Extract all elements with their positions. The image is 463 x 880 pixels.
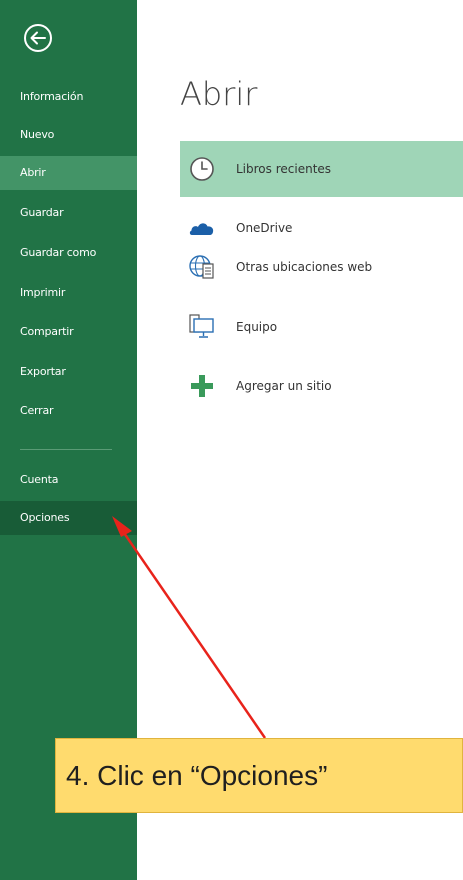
page-title: Abrir	[180, 75, 258, 113]
location-label: Libros recientes	[236, 162, 332, 176]
globe-icon	[189, 255, 214, 279]
location-add-place[interactable]: Agregar un sitio	[180, 358, 463, 414]
computer-icon	[189, 314, 214, 338]
location-recent-workbooks[interactable]: Libros recientes	[180, 141, 463, 197]
instruction-callout: 4. Clic en “Opciones”	[55, 738, 463, 813]
nav-item-compartir[interactable]: Compartir	[0, 315, 137, 349]
sidebar-divider	[20, 449, 112, 450]
nav-item-cerrar[interactable]: Cerrar	[0, 394, 137, 428]
plus-icon	[191, 375, 213, 397]
cloud-icon	[189, 223, 214, 235]
clock-icon	[190, 157, 214, 181]
nav-item-imprimir[interactable]: Imprimir	[0, 276, 137, 310]
location-label: Otras ubicaciones web	[236, 260, 373, 274]
nav-item-informacion[interactable]: Información	[0, 80, 137, 114]
nav-item-guardar[interactable]: Guardar	[0, 196, 137, 230]
nav-item-abrir[interactable]: Abrir	[0, 156, 137, 190]
nav-item-nuevo[interactable]: Nuevo	[0, 118, 137, 152]
nav-item-opciones[interactable]: Opciones	[0, 501, 137, 535]
nav-item-guardar-como[interactable]: Guardar como	[0, 236, 137, 270]
location-label: Equipo	[236, 320, 278, 334]
location-label: Agregar un sitio	[236, 379, 332, 393]
back-arrow-icon[interactable]	[22, 22, 54, 54]
nav-item-exportar[interactable]: Exportar	[0, 355, 137, 389]
nav-item-cuenta[interactable]: Cuenta	[0, 463, 137, 497]
location-computer[interactable]: Equipo	[180, 299, 463, 355]
location-other-web[interactable]: Otras ubicaciones web	[180, 239, 463, 295]
